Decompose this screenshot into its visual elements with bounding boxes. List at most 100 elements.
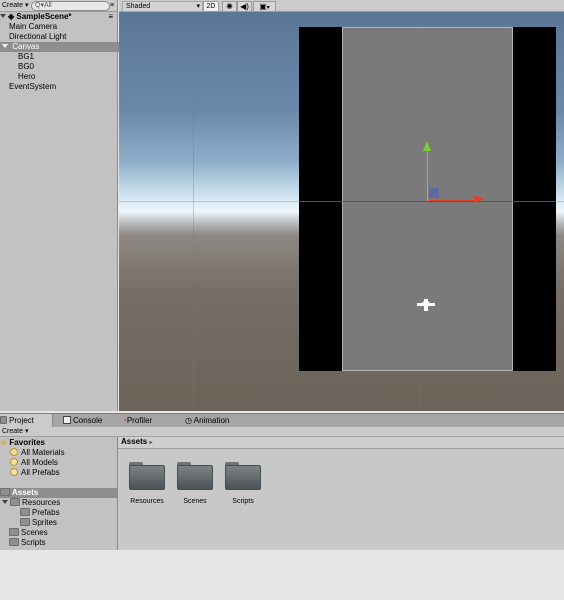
tree-item-prefabs[interactable]: Prefabs (20, 508, 60, 518)
project-create-dropdown[interactable]: Create ▾ (0, 427, 30, 436)
hierarchy-item-bg0[interactable]: BG0 (0, 62, 135, 72)
search-filter-icon (10, 468, 18, 476)
folder-icon (225, 462, 261, 490)
asset-folder-scripts[interactable]: Scripts (223, 462, 263, 505)
favorite-item-all-models[interactable]: All Models (10, 458, 58, 468)
folder-icon (0, 488, 10, 496)
breadcrumb-arrow-icon: ▸ (149, 440, 153, 446)
hierarchy-item-label: Canvas (12, 42, 40, 51)
favorite-item-label: All Models (21, 458, 58, 467)
x-axis-arrow-icon[interactable] (474, 195, 484, 203)
assets-root-label: Assets (12, 488, 39, 497)
expand-arrow-icon[interactable] (2, 500, 8, 504)
project-tree-panel: ★ Favorites All Materials All Models All… (0, 437, 118, 550)
folder-icon (9, 528, 19, 536)
hierarchy-item-label: Hero (18, 72, 36, 81)
favorites-label: Favorites (9, 438, 45, 447)
tree-item-label: Prefabs (32, 508, 60, 517)
tree-item-label: Scripts (21, 538, 46, 547)
hierarchy-item-label: BG0 (18, 62, 35, 71)
folder-icon (177, 462, 213, 490)
effects-dropdown[interactable]: ▣▾ (253, 1, 276, 12)
hierarchy-item-hero[interactable]: Hero (0, 72, 135, 82)
hierarchy-item-eventsystem[interactable]: EventSystem (0, 82, 126, 92)
lighting-toggle[interactable]: ✺ (222, 1, 237, 12)
breadcrumb-assets[interactable]: Assets ▸ (121, 437, 153, 447)
expand-arrow-icon[interactable] (2, 44, 8, 48)
breadcrumb-label: Assets (121, 437, 148, 446)
tab-label: Project (9, 416, 34, 425)
hierarchy-item-label: EventSystem (9, 82, 57, 91)
asset-folder-resources[interactable]: Resources (127, 462, 167, 505)
favorites-header[interactable]: ★ Favorites (0, 438, 45, 448)
grid-line (193, 12, 194, 411)
create-dropdown[interactable]: Create ▾ (0, 1, 30, 10)
asset-folder-scenes[interactable]: Scenes (175, 462, 215, 505)
tab-animation[interactable]: ◷ Animation (180, 414, 229, 427)
tree-item-label: Scenes (21, 528, 48, 537)
hierarchy-item-directional-light[interactable]: Directional Light (0, 32, 126, 42)
hierarchy-search-input[interactable]: Q▾All (31, 1, 110, 11)
tree-item-label: Resources (22, 498, 61, 507)
hero-sprite-nose (422, 301, 430, 305)
hierarchy-item-label: Main Camera (9, 22, 58, 31)
chevron-down-icon: ▾ (266, 5, 270, 11)
sun-icon: ✺ (226, 2, 233, 11)
tree-item-label: Sprites (32, 518, 57, 527)
asset-label: Scripts (232, 498, 254, 505)
xy-plane-handle[interactable] (429, 188, 439, 198)
image-icon: ▣ (259, 2, 267, 11)
tree-item-scenes[interactable]: Scenes (9, 528, 48, 538)
folder-icon (9, 538, 19, 546)
scene-name: SampleScene* (16, 12, 72, 21)
folder-icon (0, 416, 7, 424)
tab-label: Console (73, 416, 103, 425)
hierarchy-toolbar: Create ▾ Q▾All ≡ (0, 0, 117, 12)
x-axis-handle[interactable] (428, 200, 476, 201)
audio-toggle[interactable]: ◀) (237, 1, 252, 12)
y-axis-arrow-icon[interactable] (423, 141, 431, 151)
asset-label: Resources (130, 498, 164, 505)
scene-toolbar: Shaded ▾ 2D ✺ ◀) ▣▾ (119, 0, 564, 12)
search-filter-icon (10, 458, 18, 466)
unity-scene-icon: ◈ (8, 12, 15, 21)
folder-icon (10, 498, 20, 506)
scene-view[interactable] (119, 12, 564, 411)
favorite-item-all-materials[interactable]: All Materials (10, 448, 65, 458)
hero-sprite[interactable] (417, 299, 435, 311)
folder-icon (20, 518, 30, 526)
toggle-2d-label: 2D (206, 3, 216, 10)
shading-mode-label: Shaded (126, 3, 151, 10)
hierarchy-menu-icon[interactable]: ≡ (108, 1, 116, 10)
breadcrumb: Assets ▸ (118, 437, 564, 449)
scene-menu-icon[interactable]: ≡ (108, 12, 113, 22)
tab-profiler[interactable]: ◔Profiler (117, 414, 152, 427)
shading-mode-dropdown[interactable]: Shaded ▾ (122, 1, 203, 12)
tree-item-scripts[interactable]: Scripts (9, 538, 45, 548)
y-axis-handle[interactable] (427, 149, 428, 201)
chevron-down-icon: ▾ (196, 3, 200, 10)
favorite-item-all-prefabs[interactable]: All Prefabs (10, 468, 60, 478)
folder-icon (20, 508, 30, 516)
tree-item-sprites[interactable]: Sprites (20, 518, 57, 528)
favorite-item-label: All Materials (21, 448, 65, 457)
hierarchy-item-canvas[interactable]: Canvas (0, 42, 119, 52)
expand-arrow-icon[interactable] (0, 14, 6, 18)
hierarchy-item-main-camera[interactable]: Main Camera (0, 22, 126, 32)
tree-item-resources[interactable]: Resources (2, 498, 60, 508)
speaker-icon: ◀) (240, 2, 249, 11)
canvas-midline (342, 201, 513, 202)
project-toolbar: Create ▾ (0, 427, 564, 437)
hierarchy-item-bg1[interactable]: BG1 (0, 52, 135, 62)
toggle-2d-button[interactable]: 2D (203, 1, 219, 12)
assets-root-item[interactable]: Assets (0, 488, 117, 498)
scene-row[interactable]: ◈ SampleScene* ≡ (0, 12, 117, 22)
favorite-item-label: All Prefabs (21, 468, 60, 477)
tab-console[interactable]: Console (58, 414, 102, 427)
hierarchy-item-label: BG1 (18, 52, 35, 61)
hierarchy-item-label: Directional Light (9, 32, 67, 41)
create-label: Create (2, 2, 24, 9)
asset-label: Scenes (183, 498, 207, 505)
console-icon (63, 416, 71, 424)
tab-project[interactable]: Project (0, 414, 53, 427)
